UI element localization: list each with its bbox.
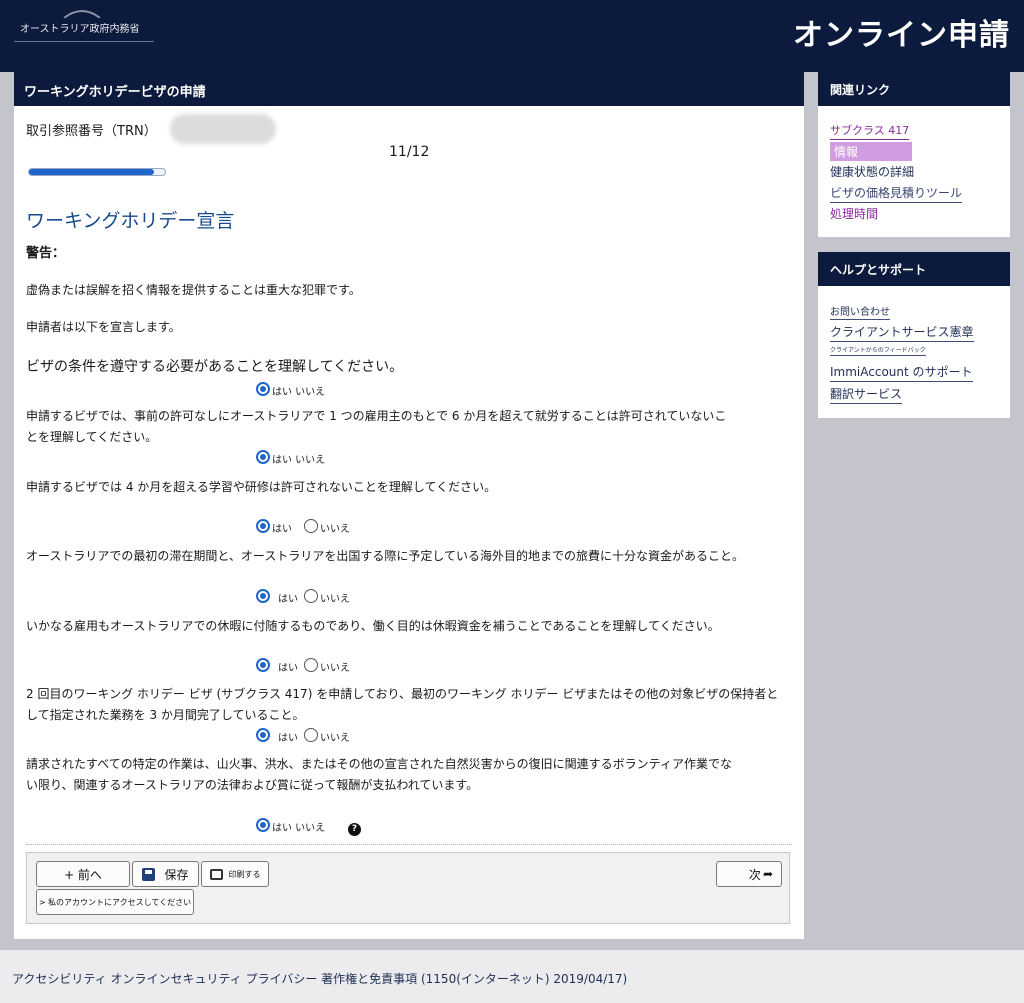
no-label: いいえ [320,663,350,674]
help-support-box: ヘルプとサポート お問い合わせ クライアントサービス憲章 クライアントからのフィ… [818,252,1010,418]
yes-radio[interactable] [256,728,270,742]
save-icon [142,867,156,881]
trn-label: 取引参照番号（TRN） [26,124,157,139]
next-arrow-icon: ➦ [762,867,773,881]
no-label: いいえ [320,594,350,605]
yes-radio[interactable] [256,382,270,396]
page-counter: 11/12 [389,144,430,160]
next-button[interactable]: 次 ➦ [716,861,782,887]
help-support-title: ヘルプとサポート [818,252,1010,286]
application-panel: ワーキングホリデービザの申請 取引参照番号（TRN） 11/12 ワーキングホリ… [14,72,804,939]
question-text: 2 回目のワーキング ホリデー ビザ (サブクラス 417) を申請しており、最… [26,687,779,722]
previous-button[interactable]: + 前へ [36,861,130,887]
yes-label: はい [278,733,298,744]
link-immiaccount-support[interactable]: ImmiAccount のサポート [830,363,973,382]
related-links-title: 関連リンク [818,72,1010,106]
yes-label: はい [272,524,292,535]
link-client-feedback[interactable]: クライアントからのフィードバック [830,345,926,356]
help-icon[interactable]: ? [348,823,361,836]
yes-radio[interactable] [256,589,270,603]
no-radio[interactable] [304,519,318,533]
link-health-details[interactable]: 健康状態の詳細 [830,163,914,181]
progress-fill [29,169,155,175]
site-footer: アクセシビリティ オンラインセキュリティ プライバシー 著作権と免責事項 (11… [0,950,1024,1003]
site-title: オンライン申請 [793,18,1010,53]
progress-bar [28,168,166,176]
question-text: いかなる雇用もオーストラリアでの休暇に付随するものであり、働く目的は休暇資金を補… [26,619,720,633]
link-price-estimator[interactable]: ビザの価格見積りツール [830,184,963,203]
save-button[interactable]: 保存 [132,861,199,887]
link-information[interactable]: 情報 [830,142,912,161]
agency-name: オーストラリア政府内務省 [14,20,154,42]
question-text: 申請するビザでは 4 か月を超える学習や研修は許可されないことを理解してください… [26,480,497,494]
radio-label: はい いいえ [272,387,326,398]
yes-radio[interactable] [256,658,270,672]
no-radio[interactable] [304,728,318,742]
no-label: いいえ [320,733,350,744]
no-radio[interactable] [304,658,318,672]
save-button-label: 保存 [164,867,189,882]
yes-radio[interactable] [256,818,270,832]
radio-label: はい いいえ [272,823,326,834]
no-label: いいえ [320,524,350,535]
previous-button-label: + 前へ [64,867,102,882]
question-text: オーストラリアでの最初の滞在期間と、オーストラリアを出国する際に予定している海外… [26,549,744,563]
trn-value-redacted [170,114,276,144]
warning-text: 虚偽または誤解を招く情報を提供することは重大な犯罪です。 [26,283,361,297]
link-processing-times[interactable]: 処理時間 [830,205,878,223]
no-radio[interactable] [304,589,318,603]
section-title: ワーキングホリデー宣言 [26,210,235,232]
link-client-charter[interactable]: クライアントサービス憲章 [830,323,974,342]
yes-label: はい [278,663,298,674]
link-translation-services[interactable]: 翻訳サービス [830,385,903,404]
yes-radio[interactable] [256,450,270,464]
yes-radio[interactable] [256,519,270,533]
divider [26,844,792,845]
print-button-label: 印刷する [228,869,261,879]
navigation-button-bar: + 前へ 保存 印刷する 次 ➦ > 私のアカウントにアクセスしてください [26,852,790,924]
site-header: オーストラリア政府内務省 オンライン申請 [0,0,1024,72]
panel-title: ワーキングホリデービザの申請 [14,72,804,106]
warning-label: 警告： [26,246,66,261]
question-text: 申請するビザでは、事前の許可なしにオーストラリアで 1 つの雇用主のもとで 6 … [26,409,727,444]
question-text: 請求されたすべての特定の作業は、山火事、洪水、またはその他の宣言された自然災害か… [26,757,732,792]
yes-label: はい [278,594,298,605]
question-text: ビザの条件を遵守する必要があることを理解してください。 [26,359,404,375]
print-icon [209,868,223,880]
radio-label: はい いいえ [272,455,326,466]
agency-logo[interactable]: オーストラリア政府内務省 [14,8,154,42]
print-button[interactable]: 印刷する [201,861,269,887]
declare-intro: 申請者は以下を宣言します。 [26,320,181,334]
crest-icon [63,10,101,18]
account-access-label: > 私のアカウントにアクセスしてください [38,897,192,907]
link-contact-us[interactable]: お問い合わせ [830,303,890,320]
account-access-button[interactable]: > 私のアカウントにアクセスしてください [36,889,194,915]
link-subclass-417[interactable]: サブクラス 417 [830,122,910,140]
footer-links[interactable]: アクセシビリティ オンラインセキュリティ プライバシー 著作権と免責事項 (11… [12,970,627,987]
related-links-box: 関連リンク サブクラス 417 情報 健康状態の詳細 ビザの価格見積りツール 処… [818,72,1010,237]
next-button-label: 次 [748,867,761,882]
